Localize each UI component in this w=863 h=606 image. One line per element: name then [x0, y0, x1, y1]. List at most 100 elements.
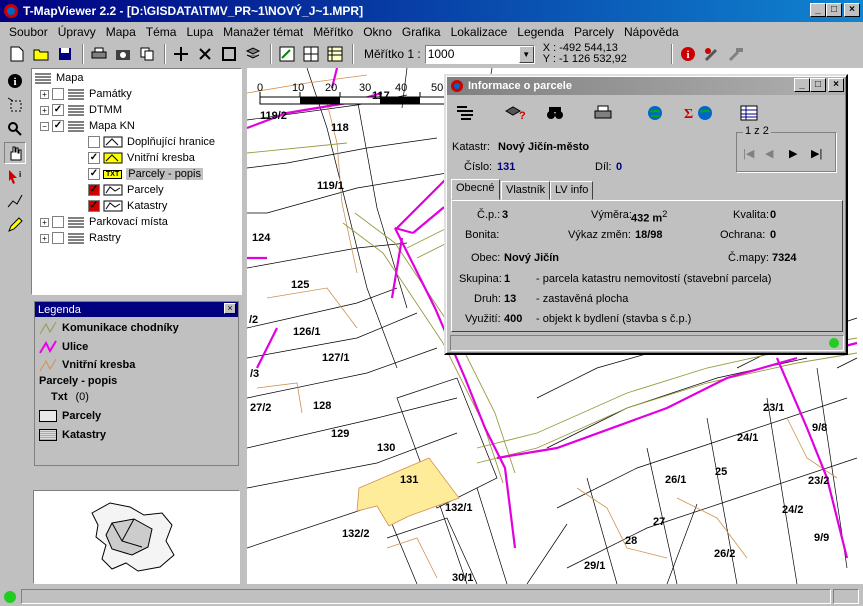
menu-tema[interactable]: Téma	[141, 25, 182, 39]
menu-manazer-temat[interactable]: Manažer témat	[218, 25, 308, 39]
menu-napoveda[interactable]: Nápověda	[619, 25, 684, 39]
expand-icon[interactable]: +	[40, 217, 49, 227]
draw-tool[interactable]	[4, 214, 26, 236]
dialog-minimize-button[interactable]: _	[794, 78, 810, 92]
table-button[interactable]	[324, 43, 346, 65]
parcel-number: 119/2	[260, 110, 287, 122]
print-button[interactable]	[88, 43, 110, 65]
layer-checkbox[interactable]: ✓	[52, 104, 64, 116]
menu-lupa[interactable]: Lupa	[181, 25, 218, 39]
layer-checkbox[interactable]: ✓	[52, 120, 64, 132]
properties-button[interactable]	[454, 102, 476, 124]
tab-obecne[interactable]: Obecné	[451, 179, 500, 200]
maximize-button[interactable]: □	[826, 3, 842, 17]
tree-item-parcely-popis[interactable]: ✓ TXT Parcely - popis	[88, 166, 203, 182]
next-record-button[interactable]: ▶	[789, 147, 797, 160]
copy-button[interactable]	[136, 43, 158, 65]
menu-legenda[interactable]: Legenda	[512, 25, 569, 39]
first-record-button[interactable]: |◀	[743, 147, 754, 160]
status-resize-grip[interactable]	[833, 589, 859, 604]
layer-checkbox[interactable]	[52, 216, 64, 228]
zoom-in-button[interactable]	[170, 43, 192, 65]
parcel-number: 24/2	[782, 504, 804, 516]
minimize-button[interactable]: _	[810, 3, 826, 17]
layer-checkbox[interactable]	[88, 136, 100, 148]
menu-upravy[interactable]: Úpravy	[53, 25, 101, 39]
layer-checkbox[interactable]: ✓	[88, 184, 100, 196]
tab-lv-info[interactable]: LV info	[550, 181, 594, 200]
legend-close-button[interactable]: ×	[224, 303, 236, 314]
info-circle-icon: i	[8, 74, 22, 88]
tree-item-doplnujici-hranice[interactable]: Doplňující hranice	[88, 134, 215, 150]
layer-checkbox[interactable]	[52, 232, 64, 244]
parcel-number: 29/1	[584, 560, 606, 572]
legend-item: Ulice	[39, 340, 88, 354]
expand-icon[interactable]: +	[40, 89, 49, 99]
cislo-label: Číslo:	[464, 161, 493, 173]
new-file-button[interactable]	[6, 43, 28, 65]
expand-icon[interactable]: +	[40, 233, 49, 243]
expand-icon[interactable]: +	[40, 105, 49, 115]
menu-parcely[interactable]: Parcely	[569, 25, 619, 39]
query-button[interactable]: ?	[504, 102, 526, 124]
scale-select[interactable]: 1000 ▼	[424, 44, 535, 64]
zoom-tool[interactable]	[4, 118, 26, 140]
open-button[interactable]	[30, 43, 52, 65]
status-bar	[0, 587, 863, 606]
close-button[interactable]: ×	[844, 3, 860, 17]
zoom-extent-button[interactable]	[218, 43, 240, 65]
locate-button[interactable]	[644, 102, 666, 124]
dialog-print-button[interactable]	[592, 102, 614, 124]
layer-checkbox[interactable]: ✓	[88, 152, 100, 164]
tree-item-pamatky[interactable]: + Památky	[40, 86, 132, 102]
last-record-button[interactable]: ▶|	[811, 147, 822, 160]
pointer-info-tool[interactable]: i	[4, 166, 26, 188]
camera-button[interactable]	[112, 43, 134, 65]
zoom-out-button[interactable]	[194, 43, 216, 65]
tree-item-parcely[interactable]: ✓ Parcely	[88, 182, 164, 198]
grid-button[interactable]	[300, 43, 322, 65]
overview-map[interactable]	[33, 490, 240, 584]
measure-tool[interactable]	[4, 190, 26, 212]
svg-text:i: i	[686, 49, 689, 61]
layers-button[interactable]	[242, 43, 264, 65]
collapse-icon[interactable]: −	[40, 121, 49, 131]
parcel-info-dialog: Informace o parcele _ □ × ? Σ Katastr: N…	[444, 74, 848, 355]
tree-item-rastry[interactable]: + Rastry	[40, 230, 121, 246]
layer-checkbox[interactable]: ✓	[88, 168, 100, 180]
tree-item-parkovaci-mista[interactable]: + Parkovací místa	[40, 214, 168, 230]
tools-button[interactable]	[701, 43, 723, 65]
table-view-button[interactable]	[738, 102, 760, 124]
save-button[interactable]	[54, 43, 76, 65]
scale-dropdown-arrow[interactable]: ▼	[518, 45, 534, 63]
edit-button[interactable]	[276, 43, 298, 65]
menu-mapa[interactable]: Mapa	[101, 25, 141, 39]
tree-root[interactable]: Mapa	[34, 70, 84, 86]
tab-vlastnik[interactable]: Vlastník	[501, 181, 551, 200]
layer-checkbox[interactable]: ✓	[88, 200, 100, 212]
menu-meritko[interactable]: Měřítko	[308, 25, 358, 39]
menu-bar: Soubor Úpravy Mapa Téma Lupa Manažer tém…	[0, 22, 863, 41]
menu-soubor[interactable]: Soubor	[4, 25, 53, 39]
menu-grafika[interactable]: Grafika	[397, 25, 446, 39]
find-button[interactable]	[544, 102, 566, 124]
sum-button[interactable]: Σ	[682, 102, 716, 124]
cislo-value: 131	[497, 161, 516, 173]
dialog-maximize-button[interactable]: □	[810, 78, 826, 92]
prev-record-button[interactable]: ◀	[765, 147, 773, 160]
line-symbol-icon	[39, 340, 57, 354]
info-tool[interactable]: i	[4, 70, 26, 92]
dialog-close-button[interactable]: ×	[828, 78, 844, 92]
pan-tool[interactable]	[4, 142, 26, 164]
tree-item-vnitrni-kresba[interactable]: ✓ Vnitřní kresba	[88, 150, 195, 166]
layer-checkbox[interactable]	[52, 88, 64, 100]
info-button[interactable]: i	[677, 43, 699, 65]
tree-item-mapa-kn[interactable]: − ✓ Mapa KN	[40, 118, 135, 134]
polygon-layer-icon	[103, 200, 123, 212]
hammer-button[interactable]	[725, 43, 747, 65]
select-tool[interactable]	[4, 94, 26, 116]
tree-item-dtmm[interactable]: + ✓ DTMM	[40, 102, 122, 118]
menu-lokalizace[interactable]: Lokalizace	[446, 25, 513, 39]
tree-item-katastry[interactable]: ✓ Katastry	[88, 198, 167, 214]
menu-okno[interactable]: Okno	[358, 25, 397, 39]
